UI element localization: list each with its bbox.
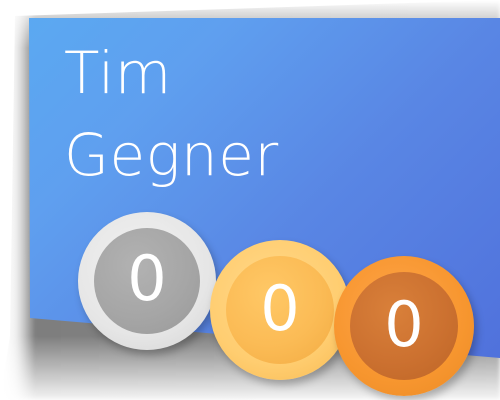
silver-medal: 0	[78, 212, 216, 350]
gold-medal: 0	[210, 240, 350, 380]
silver-medal-count: 0	[127, 242, 167, 315]
profile-card-view: Tim Gegner 0 0 0	[0, 0, 500, 400]
bronze-medal-count: 0	[384, 288, 424, 361]
first-name: Tim	[64, 39, 172, 107]
bronze-medal: 0	[334, 256, 474, 396]
gold-medal-count: 0	[260, 272, 300, 345]
last-name: Gegner	[64, 121, 279, 189]
